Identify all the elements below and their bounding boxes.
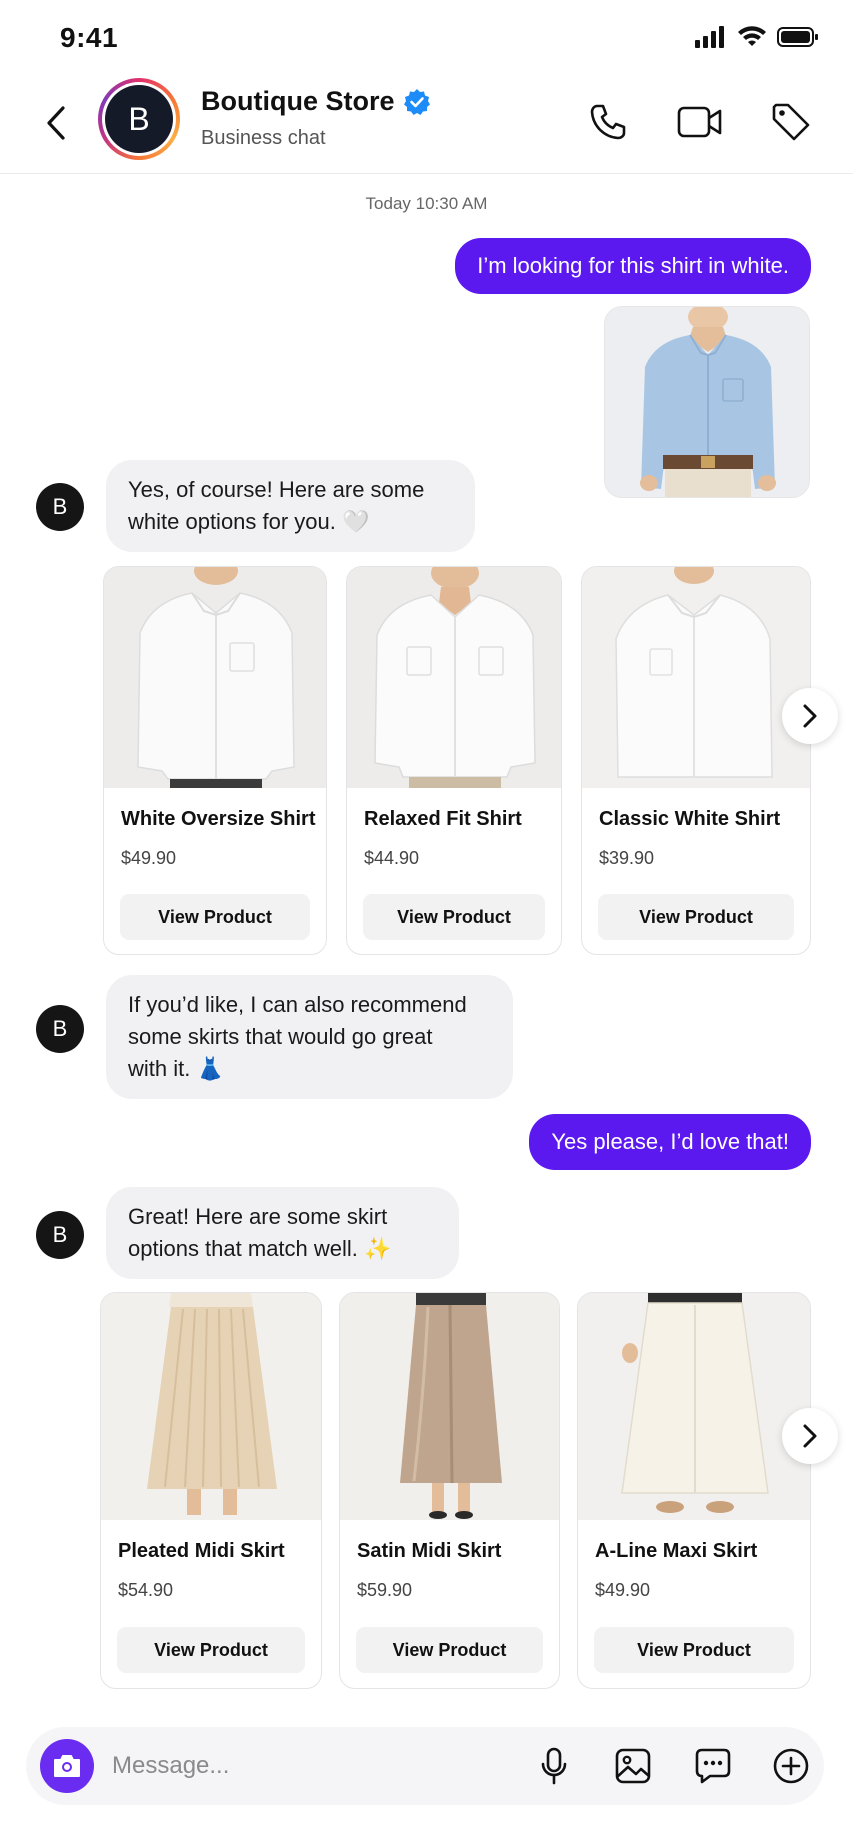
product-price: $54.90: [118, 1580, 174, 1600]
chat-header: B Boutique Store Business chat: [0, 72, 853, 174]
white-shirt-image: [347, 567, 561, 788]
message-line: with it. 👗: [128, 1056, 224, 1081]
chevron-right-icon: [803, 704, 817, 728]
camera-button[interactable]: [40, 1739, 94, 1793]
product-image[interactable]: [582, 567, 810, 788]
call-button[interactable]: [580, 94, 636, 150]
product-image[interactable]: [578, 1293, 810, 1520]
product-card[interactable]: Pleated Midi Skirt $54.90 View Product: [100, 1292, 322, 1689]
sent-image[interactable]: [604, 306, 810, 498]
message-text: I’m looking for this shirt in white.: [477, 253, 789, 278]
camera-icon: [54, 1755, 80, 1777]
message-line: Great! Here are some skirt: [128, 1204, 388, 1229]
chevron-right-icon: [803, 1424, 817, 1448]
product-image[interactable]: [101, 1293, 321, 1520]
store-name-row: Boutique Store: [201, 86, 431, 117]
product-card[interactable]: White Oversize Shirt $49.90 View Product: [103, 566, 327, 955]
chat-options-button[interactable]: [690, 1743, 736, 1789]
product-title: Pleated Midi Skirt: [118, 1540, 285, 1562]
status-time: 9:41: [60, 22, 119, 53]
video-call-button[interactable]: [672, 94, 728, 150]
view-product-button[interactable]: View Product: [594, 1627, 794, 1673]
view-product-button[interactable]: View Product: [356, 1627, 543, 1673]
incoming-message[interactable]: Yes, of course! Here are some white opti…: [106, 460, 475, 552]
bot-avatar: B: [36, 483, 84, 531]
chat-dots-icon: [695, 1748, 731, 1784]
product-price: $39.90: [599, 848, 655, 868]
plus-circle-icon: [773, 1748, 809, 1784]
product-price: $49.90: [595, 1580, 651, 1600]
store-avatar[interactable]: B: [98, 78, 180, 160]
white-shirt-image: [104, 567, 326, 788]
product-title: Satin Midi Skirt: [357, 1540, 502, 1562]
wifi-icon: [738, 26, 766, 46]
product-title: Relaxed Fit Shirt: [364, 808, 522, 830]
bot-avatar: B: [36, 1005, 84, 1053]
product-price: $59.90: [357, 1580, 413, 1600]
message-line: If you’d like, I can also recommend: [128, 992, 467, 1017]
outgoing-message[interactable]: Yes please, I’d love that!: [529, 1114, 811, 1170]
verified-badge-icon: [403, 88, 430, 115]
tag-button[interactable]: [763, 94, 819, 150]
message-line: white options for you. 🤍: [128, 509, 370, 534]
bot-avatar: B: [36, 1211, 84, 1259]
view-product-button[interactable]: View Product: [598, 894, 794, 940]
incoming-message[interactable]: Great! Here are some skirt options that …: [106, 1187, 459, 1279]
image-icon: [615, 1748, 651, 1784]
status-bar: 9:41: [0, 0, 853, 72]
signal-icon: [695, 26, 724, 48]
incoming-message[interactable]: If you’d like, I can also recommend some…: [106, 975, 513, 1099]
store-name: Boutique Store: [201, 86, 395, 116]
product-price: $44.90: [364, 848, 420, 868]
product-title: A-Line Maxi Skirt: [595, 1540, 758, 1562]
carousel-next-button[interactable]: [782, 1408, 838, 1464]
maxi-skirt-image: [578, 1293, 810, 1520]
pleated-skirt-image: [101, 1293, 321, 1520]
blue-shirt-photo: [605, 307, 809, 497]
view-product-button[interactable]: View Product: [120, 894, 310, 940]
battery-icon: [777, 27, 818, 47]
white-shirt-image: [582, 567, 810, 788]
product-price: $49.90: [121, 848, 177, 868]
chat-timestamp: Today 10:30 AM: [365, 194, 488, 213]
message-composer: [26, 1727, 824, 1805]
gallery-button[interactable]: [610, 1743, 656, 1789]
back-button[interactable]: [36, 98, 76, 148]
status-icons: [695, 26, 819, 48]
more-options-button[interactable]: [768, 1743, 814, 1789]
product-card[interactable]: Satin Midi Skirt $59.90 View Product: [339, 1292, 560, 1689]
message-line: some skirts that would go great: [128, 1024, 433, 1049]
product-card[interactable]: Classic White Shirt $39.90 View Product: [581, 566, 811, 955]
message-line: options that match well. ✨: [128, 1236, 392, 1261]
back-chevron-icon: [47, 106, 65, 140]
message-line: Yes, of course! Here are some: [128, 477, 425, 502]
microphone-icon: [541, 1747, 567, 1785]
product-image[interactable]: [347, 567, 561, 788]
product-title: White Oversize Shirt: [121, 808, 316, 830]
product-card[interactable]: A-Line Maxi Skirt $49.90 View Product: [577, 1292, 811, 1689]
store-subtitle: Business chat: [201, 127, 326, 149]
satin-skirt-image: [340, 1293, 559, 1520]
tag-icon: [772, 103, 810, 141]
carousel-next-button[interactable]: [782, 688, 838, 744]
product-image[interactable]: [340, 1293, 559, 1520]
video-camera-icon: [677, 106, 722, 138]
voice-message-button[interactable]: [531, 1743, 577, 1789]
outgoing-message[interactable]: I’m looking for this shirt in white.: [455, 238, 811, 294]
product-card[interactable]: Relaxed Fit Shirt $44.90 View Product: [346, 566, 562, 955]
product-title: Classic White Shirt: [599, 808, 781, 830]
view-product-button[interactable]: View Product: [117, 1627, 305, 1673]
message-text: Yes please, I’d love that!: [551, 1129, 789, 1154]
phone-icon: [590, 104, 626, 140]
product-image[interactable]: [104, 567, 326, 788]
store-avatar-initial: B: [105, 85, 173, 153]
view-product-button[interactable]: View Product: [363, 894, 545, 940]
message-input[interactable]: [112, 1745, 432, 1787]
